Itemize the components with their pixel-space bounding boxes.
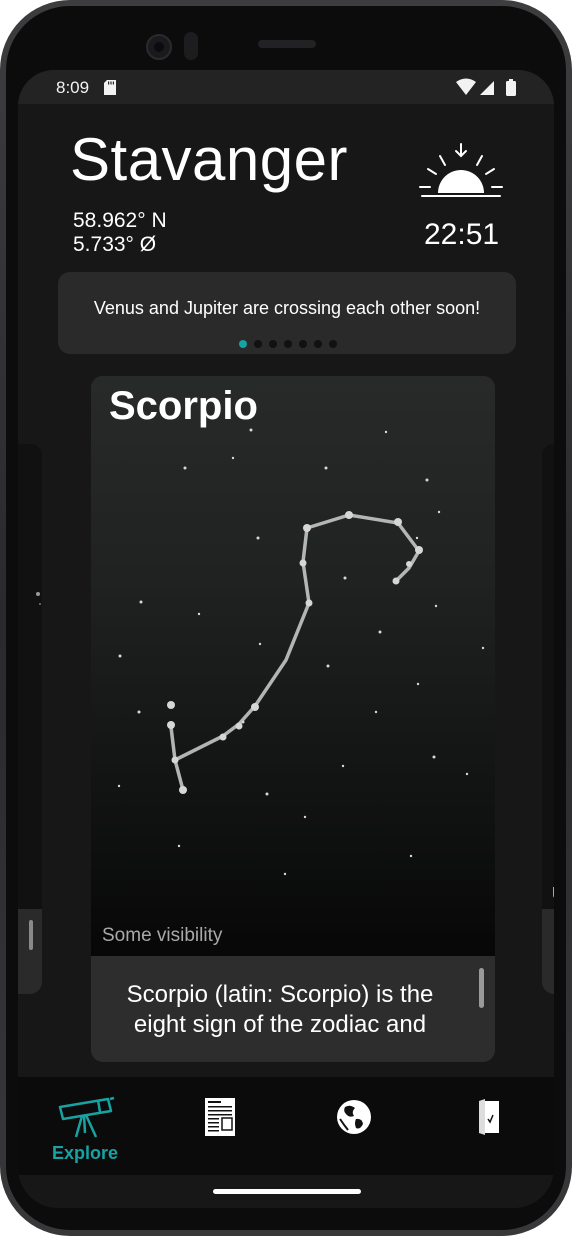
earpiece-speaker bbox=[258, 40, 316, 48]
phone-frame: 8:09 Stavanger 58.962° N 5.733° Ø 22:51 … bbox=[0, 0, 572, 1236]
constellation-description: Scorpio (latin: Scorpio) is the eight si… bbox=[126, 981, 434, 1038]
sun-time: 22:51 bbox=[424, 218, 500, 251]
previous-constellation-card[interactable] bbox=[18, 444, 42, 994]
battery-icon bbox=[506, 79, 516, 96]
sunset-icon bbox=[418, 142, 504, 203]
city-name: Stavanger bbox=[70, 126, 349, 193]
status-icons bbox=[456, 78, 520, 101]
nav-door[interactable] bbox=[420, 1077, 554, 1175]
sd-card-icon bbox=[104, 80, 116, 100]
nav-explore-label: Explore bbox=[51, 1143, 119, 1163]
nav-globe[interactable] bbox=[286, 1077, 420, 1175]
page-dot[interactable] bbox=[329, 340, 337, 348]
longitude: 5.733° Ø bbox=[73, 233, 157, 256]
status-time: 8:09 bbox=[56, 78, 90, 97]
previous-card-image bbox=[18, 444, 42, 909]
page-dot[interactable] bbox=[254, 340, 262, 348]
constellation-card[interactable]: Scorpio Some visibility Scorpio (latin: … bbox=[91, 376, 495, 1062]
constellation-title: Scorpio bbox=[109, 384, 258, 428]
newspaper-icon bbox=[204, 1097, 236, 1142]
next-card-image: C U bbox=[542, 444, 554, 909]
proximity-sensor bbox=[184, 32, 198, 60]
constellation-image bbox=[91, 376, 495, 956]
news-text: Venus and Jupiter are crossing each othe… bbox=[93, 298, 481, 318]
news-banner[interactable]: Venus and Jupiter are crossing each othe… bbox=[58, 272, 516, 354]
globe-icon bbox=[336, 1099, 372, 1140]
telescope-icon bbox=[58, 1093, 116, 1144]
signal-icon bbox=[480, 81, 494, 95]
page-dot[interactable] bbox=[239, 340, 247, 348]
next-constellation-card[interactable]: C U bbox=[542, 444, 554, 994]
nav-news[interactable] bbox=[152, 1077, 286, 1175]
scrollbar[interactable] bbox=[29, 920, 33, 950]
gesture-navigation-bar[interactable] bbox=[213, 1189, 361, 1194]
page-dot[interactable] bbox=[299, 340, 307, 348]
next-card-visibility: U bbox=[552, 884, 554, 905]
visibility-label: Some visibility bbox=[102, 925, 223, 946]
status-bar: 8:09 bbox=[18, 70, 554, 104]
nav-explore[interactable]: Explore bbox=[18, 1077, 152, 1175]
latitude: 58.962° N bbox=[73, 209, 167, 232]
page-dot[interactable] bbox=[284, 340, 292, 348]
description-scrollbar[interactable] bbox=[479, 968, 484, 1008]
bottom-navigation: Explore bbox=[18, 1077, 554, 1175]
page-dot[interactable] bbox=[314, 340, 322, 348]
next-card-description bbox=[542, 909, 554, 994]
page-dot[interactable] bbox=[269, 340, 277, 348]
app-screen: 8:09 Stavanger 58.962° N 5.733° Ø 22:51 … bbox=[18, 70, 554, 1208]
scorpio-constellation-drawing bbox=[117, 428, 485, 876]
wifi-icon bbox=[456, 78, 476, 95]
front-camera bbox=[146, 34, 172, 60]
door-icon bbox=[476, 1099, 502, 1140]
